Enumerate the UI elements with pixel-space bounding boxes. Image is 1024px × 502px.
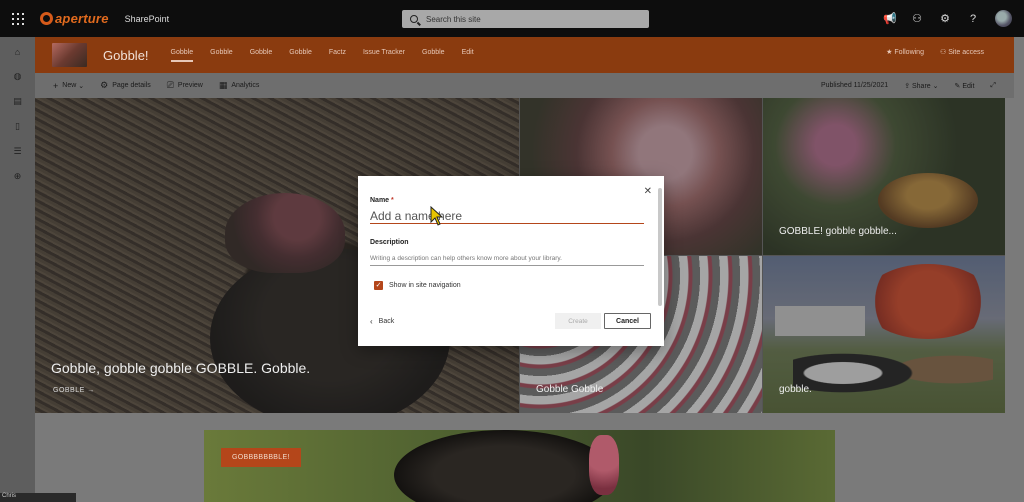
lists-icon[interactable]: ☰ bbox=[0, 139, 35, 164]
nav-item-factz[interactable]: Factz bbox=[329, 49, 346, 62]
site-search-box[interactable] bbox=[402, 10, 649, 28]
edit-button[interactable]: ✎ Edit bbox=[955, 82, 975, 90]
hero-main-caption: Gobble, gobble gobble GOBBLE. Gobble. bbox=[51, 360, 311, 376]
site-navigation: Gobble Gobble Gobble Gobble Factz Issue … bbox=[170, 49, 474, 62]
hero-tile-roast[interactable]: GOBBLE! gobble gobble... bbox=[763, 98, 1005, 255]
globe-icon[interactable]: ◍ bbox=[0, 64, 35, 89]
suite-bar: aperture SharePoint 📢 ⚇ ⚙ ? bbox=[0, 0, 1024, 37]
hero-main-link[interactable]: GOBBLE → bbox=[53, 387, 95, 394]
analytics-button[interactable]: ▦ Analytics bbox=[219, 80, 260, 91]
dialog-scrollbar[interactable] bbox=[658, 188, 662, 306]
required-indicator: * bbox=[391, 197, 394, 204]
document-icon[interactable]: ▯ bbox=[0, 114, 35, 139]
turkey-banner-head-image bbox=[589, 435, 619, 495]
expand-icon[interactable]: ⤢ bbox=[990, 82, 996, 90]
waffle-icon bbox=[12, 12, 24, 25]
app-launcher-button[interactable] bbox=[0, 0, 36, 37]
brand-logo-link[interactable]: aperture bbox=[40, 11, 109, 26]
analytics-icon: ▦ bbox=[218, 80, 228, 90]
name-label: Name * bbox=[370, 197, 394, 204]
nav-item-gobble-4[interactable]: Gobble bbox=[289, 49, 312, 62]
library-name-input[interactable] bbox=[370, 208, 644, 224]
back-button[interactable]: ‹ Back bbox=[370, 317, 394, 326]
turkey-banner-image bbox=[394, 430, 614, 502]
left-app-rail: ⌂ ◍ ▤ ▯ ☰ ⊕ bbox=[0, 37, 35, 502]
chevron-down-icon: ⌄ bbox=[932, 82, 939, 90]
create-button[interactable]: Create bbox=[555, 313, 601, 329]
cancel-button[interactable]: Cancel bbox=[604, 313, 651, 329]
home-icon[interactable]: ⌂ bbox=[0, 39, 35, 64]
people-icon: ⚇ bbox=[939, 49, 949, 56]
search-input[interactable] bbox=[426, 14, 626, 24]
chevron-left-icon: ‹ bbox=[370, 317, 373, 326]
aperture-logo-icon bbox=[40, 12, 53, 25]
app-name-link[interactable]: SharePoint bbox=[125, 14, 170, 24]
gobble-cta-button[interactable]: GOBBBBBBBLE! bbox=[221, 448, 301, 467]
banner-web-part: GOBBBBBBBLE! bbox=[204, 430, 835, 502]
description-label: Description bbox=[370, 239, 409, 246]
nav-item-edit[interactable]: Edit bbox=[462, 49, 474, 62]
gear-icon: ⚙ bbox=[100, 80, 109, 90]
nav-item-issue-tracker[interactable]: Issue Tracker bbox=[363, 49, 405, 62]
hero-tile-capitol[interactable]: gobble. bbox=[763, 256, 1005, 413]
library-description-input[interactable] bbox=[370, 252, 644, 266]
nav-item-gobble-2[interactable]: Gobble bbox=[210, 49, 233, 62]
command-bar: + New ⌄ ⚙ Page details ⎚ Preview ▦ Analytics… bbox=[35, 73, 1014, 98]
hero-tile-b-caption: GOBBLE! gobble gobble... bbox=[779, 226, 897, 237]
close-icon[interactable]: ✕ bbox=[644, 186, 652, 197]
mouse-cursor-icon bbox=[430, 206, 444, 226]
chevron-down-icon: ⌄ bbox=[78, 82, 85, 90]
search-icon bbox=[410, 15, 418, 23]
site-access-button[interactable]: ⚇ Site access bbox=[940, 48, 984, 56]
taskbar-strip: Chris bbox=[0, 493, 76, 502]
share-button[interactable]: ⇪ Share ⌄ bbox=[904, 82, 938, 90]
hero-tile-d-caption: gobble. bbox=[779, 384, 812, 395]
share-icon: ⇪ bbox=[904, 82, 912, 90]
gear-icon[interactable]: ⚙ bbox=[939, 12, 951, 25]
nav-item-gobble-5[interactable]: Gobble bbox=[422, 49, 445, 62]
create-icon[interactable]: ⊕ bbox=[0, 164, 35, 189]
user-avatar[interactable] bbox=[995, 10, 1012, 27]
nav-item-gobble-3[interactable]: Gobble bbox=[250, 49, 273, 62]
share-network-icon[interactable]: ⚇ bbox=[911, 12, 923, 25]
site-header: Gobble! Gobble Gobble Gobble Gobble Fact… bbox=[35, 37, 1014, 73]
site-logo[interactable] bbox=[52, 43, 87, 67]
page-details-button[interactable]: ⚙ Page details bbox=[100, 80, 151, 91]
preview-button[interactable]: ⎚ Preview bbox=[167, 80, 203, 91]
show-in-nav-checkbox[interactable]: ✓ bbox=[374, 281, 383, 290]
help-icon[interactable]: ? bbox=[967, 13, 979, 25]
published-status: Published 11/25/2021 bbox=[820, 82, 889, 89]
brand-name: aperture bbox=[55, 11, 109, 26]
following-button[interactable]: ★ Following bbox=[886, 48, 924, 56]
create-library-dialog: ✕ Name * Description ✓ Show in site navi… bbox=[358, 176, 664, 346]
preview-icon: ⎚ bbox=[166, 80, 174, 90]
show-in-nav-checkbox-row[interactable]: ✓ Show in site navigation bbox=[374, 281, 461, 290]
plus-icon: + bbox=[53, 80, 59, 91]
new-button[interactable]: + New ⌄ bbox=[53, 81, 84, 91]
site-title[interactable]: Gobble! bbox=[103, 48, 149, 63]
hero-tile-c-caption: Gobble Gobble bbox=[536, 384, 604, 395]
nav-item-gobble-1[interactable]: Gobble bbox=[170, 49, 194, 62]
news-icon[interactable]: ▤ bbox=[0, 89, 35, 114]
show-in-nav-label: Show in site navigation bbox=[389, 282, 461, 289]
megaphone-icon[interactable]: 📢 bbox=[883, 12, 897, 25]
